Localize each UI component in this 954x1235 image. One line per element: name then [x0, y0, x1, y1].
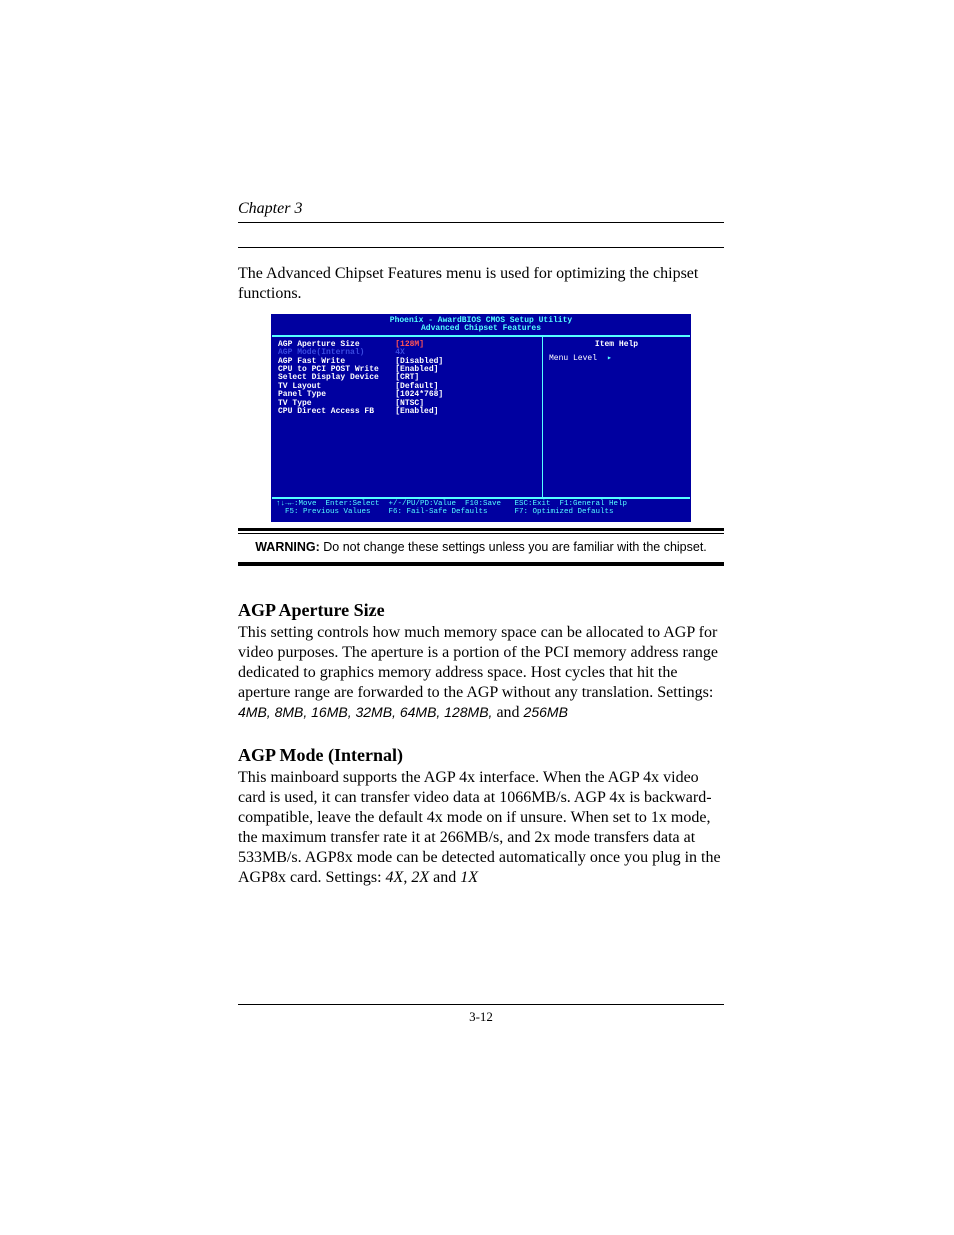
- agp-mode-s3: 1X: [460, 869, 478, 886]
- agp-aperture-settings-right: 256MB: [524, 704, 568, 720]
- page-footer: 3-12: [238, 1004, 724, 1025]
- divider-header: [238, 222, 724, 223]
- agp-aperture-settings-left: 4MB, 8MB, 16MB, 32MB, 64MB, 128MB,: [238, 704, 492, 720]
- divider-header-2: [238, 247, 724, 248]
- bios-footer-line2: F5: Previous Values F6: Fail-Safe Defaul…: [276, 508, 614, 516]
- bios-row-value: [Enabled]: [395, 408, 443, 416]
- agp-mode-and: and: [429, 869, 460, 886]
- footer-rule: [238, 1004, 724, 1005]
- agp-mode-s1: 4X: [386, 869, 404, 886]
- agp-mode-body-text: This mainboard supports the AGP 4x inter…: [238, 769, 721, 886]
- warning-text: Do not change these settings unless you …: [320, 540, 707, 554]
- bios-title-line2: Advanced Chipset Features: [421, 324, 541, 333]
- bios-footer-line1: ↑↓→←:Move Enter:Select +/-/PU/PD:Value F…: [276, 500, 627, 508]
- chapter-label: Chapter 3: [238, 200, 724, 218]
- bios-help-pane: Item Help Menu Level ▸: [543, 337, 690, 497]
- agp-aperture-body-text: This setting controls how much memory sp…: [238, 624, 718, 701]
- bios-settings-pane: AGP Aperture Size AGP Mode(Internal) AGP…: [272, 337, 543, 497]
- bios-footer-keys: ↑↓→←:Move Enter:Select +/-/PU/PD:Value F…: [272, 498, 690, 521]
- section-heading-agp-mode: AGP Mode (Internal): [238, 745, 724, 766]
- arrow-right-icon: ▸: [607, 355, 612, 363]
- agp-aperture-settings-join: and: [492, 704, 523, 721]
- bios-menu-level-label: Menu Level: [549, 355, 597, 363]
- bios-title: Phoenix - AwardBIOS CMOS Setup Utility A…: [272, 315, 690, 335]
- bios-help-title: Item Help: [549, 341, 684, 349]
- page-number: 3-12: [238, 1009, 724, 1025]
- section-heading-agp-aperture: AGP Aperture Size: [238, 600, 724, 621]
- warning-box: WARNING: Do not change these settings un…: [238, 534, 724, 560]
- bios-setting-labels: AGP Aperture Size AGP Mode(Internal) AGP…: [272, 337, 395, 497]
- section-body-agp-mode: This mainboard supports the AGP 4x inter…: [238, 768, 724, 888]
- bios-setting-values: [128M]4X[Disabled][Enabled][CRT][Default…: [395, 337, 449, 497]
- bios-main: AGP Aperture Size AGP Mode(Internal) AGP…: [272, 335, 690, 498]
- warning-rule-bottom-thick: [238, 563, 724, 566]
- intro-paragraph: The Advanced Chipset Features menu is us…: [238, 264, 724, 304]
- warning-label: WARNING:: [255, 540, 320, 554]
- warning-rule-top-thick: [238, 528, 724, 531]
- agp-mode-s2: 2X: [411, 869, 429, 886]
- bios-row-label: CPU Direct Access FB: [278, 408, 393, 416]
- section-body-agp-aperture: This setting controls how much memory sp…: [238, 623, 724, 723]
- bios-screenshot: Phoenix - AwardBIOS CMOS Setup Utility A…: [271, 314, 691, 522]
